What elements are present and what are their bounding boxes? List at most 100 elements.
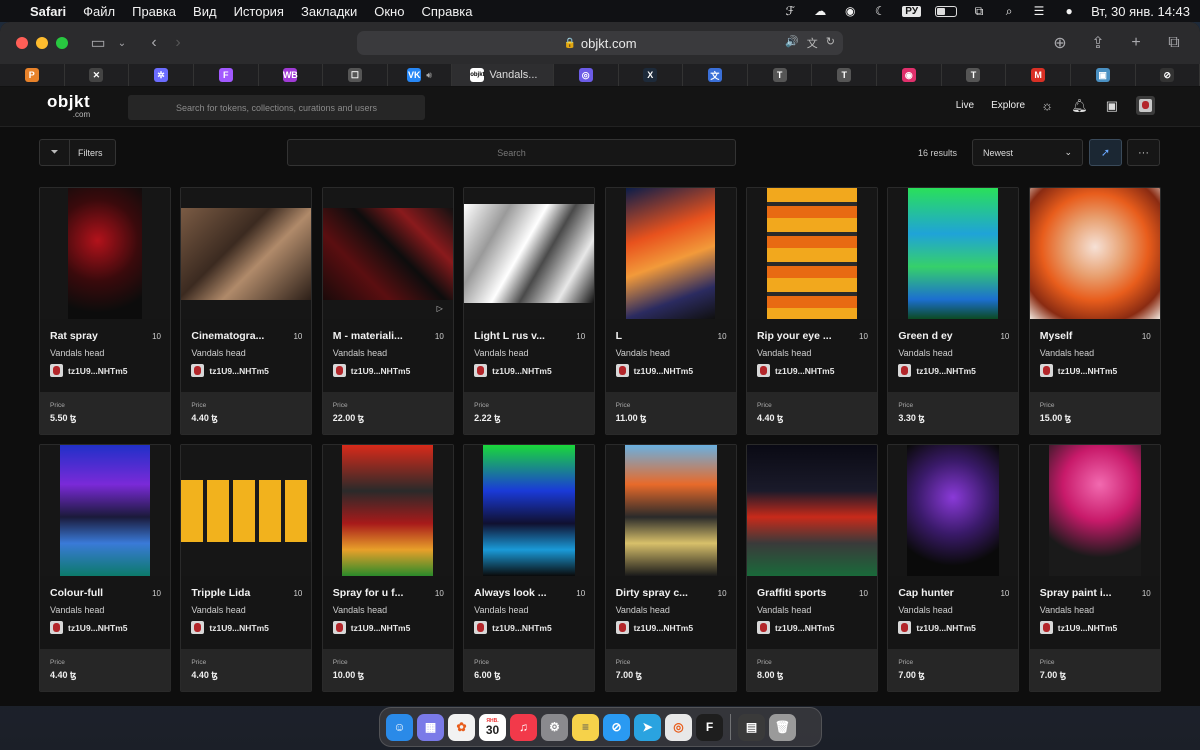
price-box[interactable]: Price 5.50 ꜩ	[40, 392, 170, 434]
tab-9[interactable]: 文	[683, 64, 748, 86]
menu-safari[interactable]: Safari	[30, 4, 66, 19]
price-box[interactable]: Price 4.40 ꜩ	[181, 649, 312, 691]
token-thumbnail[interactable]	[746, 445, 877, 576]
tab-0[interactable]: P	[0, 64, 65, 86]
token-title[interactable]: Rip your eye ...	[757, 330, 849, 342]
token-card[interactable]: L 10 Vandals head tz1U9...NHTm5 Price 11.00 ꜩ	[604, 187, 737, 435]
price-box[interactable]: Price 7.00 ꜩ	[1029, 649, 1160, 691]
calendar-icon[interactable]: ЯНВ. 30	[479, 713, 506, 741]
tab-active[interactable]: objkt Vandals...	[452, 64, 554, 86]
play-icon[interactable]: ▷	[437, 304, 443, 313]
zoom-window-button[interactable]	[56, 37, 68, 49]
token-creator[interactable]: tz1U9...NHTm5	[756, 364, 834, 377]
token-card[interactable]: Graffiti sports 10 Vandals head tz1U9...NHT…	[745, 444, 878, 692]
price-box[interactable]: Price 11.00 ꜩ	[605, 392, 736, 434]
price-box[interactable]: Price 4.40 ꜩ	[181, 392, 312, 434]
tab-2[interactable]: ✲	[129, 64, 194, 86]
token-title[interactable]: Spray paint i...	[1040, 587, 1132, 599]
clock[interactable]: Вт, 30 янв. 14:43	[1091, 4, 1190, 19]
translate-icon[interactable]: 文	[807, 35, 818, 51]
token-card[interactable]: Tripple Lida 10 Vandals head tz1U9...NHTm5 P…	[180, 444, 313, 692]
grid-view-button[interactable]: ➚	[1089, 139, 1122, 166]
price-box[interactable]: Price 22.00 ꜩ	[322, 392, 453, 434]
token-collection[interactable]: Vandals head	[616, 348, 670, 358]
menu-history[interactable]: История	[234, 4, 284, 19]
token-collection[interactable]: Vandals head	[333, 605, 387, 615]
token-thumbnail[interactable]	[746, 188, 877, 319]
token-card[interactable]: Colour-full 10 Vandals head tz1U9...NHTm5 Pr…	[39, 444, 171, 692]
minimize-window-button[interactable]	[36, 37, 48, 49]
tab-3[interactable]: F	[194, 64, 259, 86]
tab-8[interactable]: X	[619, 64, 684, 86]
token-collection[interactable]: Vandals head	[474, 605, 528, 615]
telegram-icon[interactable]: ➤	[634, 713, 661, 741]
token-card[interactable]: Dirty spray c... 10 Vandals head tz1U9...NH…	[604, 444, 737, 692]
bell-icon[interactable]: 🔔︎	[1071, 98, 1088, 114]
price-box[interactable]: Price 4.40 ꜩ	[746, 392, 877, 434]
price-box[interactable]: Price 8.00 ꜩ	[746, 649, 877, 691]
cloud-icon[interactable]: ☁	[812, 4, 828, 18]
nav-live-link[interactable]: Live	[956, 100, 974, 111]
tab-15[interactable]: ▣	[1071, 64, 1136, 86]
menu-help[interactable]: Справка	[421, 4, 472, 19]
filters-button[interactable]: ⏷ Filters	[39, 139, 116, 166]
token-collection[interactable]: Vandals head	[50, 605, 104, 615]
token-title[interactable]: Dirty spray c...	[616, 587, 708, 599]
token-thumbnail[interactable]	[464, 188, 595, 319]
address-bar[interactable]: 🔒 objkt.com 🔊 文 ↻	[357, 31, 843, 55]
notes-icon[interactable]: ≡	[572, 713, 599, 741]
settings-icon[interactable]: ⚙	[541, 713, 568, 741]
token-collection[interactable]: Vandals head	[191, 348, 245, 358]
token-collection[interactable]: Vandals head	[616, 605, 670, 615]
battery-icon[interactable]	[935, 5, 958, 17]
figma-icon[interactable]: F	[696, 713, 723, 741]
token-collection[interactable]: Vandals head	[898, 348, 952, 358]
close-window-button[interactable]	[16, 37, 28, 49]
token-card[interactable]: Rip your eye ... 10 Vandals head tz1U9...NH…	[745, 187, 878, 435]
tab-12[interactable]: ◉	[877, 64, 942, 86]
token-thumbnail[interactable]	[605, 188, 736, 319]
tab-overview-icon[interactable]: ⧉	[1162, 31, 1186, 55]
token-card[interactable]: Light L rus v... 10 Vandals head tz1U9...NH…	[463, 187, 596, 435]
token-thumbnail[interactable]	[888, 188, 1019, 319]
wallet-icon[interactable]: ▣	[1106, 98, 1118, 114]
menu-view[interactable]: Вид	[193, 4, 217, 19]
token-creator[interactable]: tz1U9...NHTm5	[615, 364, 693, 377]
price-box[interactable]: Price 7.00 ꜩ	[605, 649, 736, 691]
tab-13[interactable]: T	[942, 64, 1007, 86]
token-search-input[interactable]: Search	[287, 139, 736, 166]
tab-11[interactable]: T	[812, 64, 877, 86]
token-title[interactable]: Tripple Lida	[191, 587, 283, 599]
objkt-logo[interactable]: objkt .com	[47, 93, 90, 119]
chevron-down-icon[interactable]: ⌄	[110, 31, 134, 55]
token-creator[interactable]: tz1U9...NHTm5	[898, 364, 976, 377]
share-icon[interactable]: ⇪	[1086, 31, 1110, 55]
forward-icon[interactable]: ›	[166, 31, 190, 55]
token-card[interactable]: Rat spray 10 Vandals head tz1U9...NHTm5 Pric…	[39, 187, 171, 435]
reload-icon[interactable]: ↻	[826, 35, 835, 51]
token-title[interactable]: Myself	[1040, 330, 1132, 342]
sort-select[interactable]: Newest ⌄	[972, 139, 1083, 166]
tab-10[interactable]: T	[748, 64, 813, 86]
screen-mirror-icon[interactable]: ⧉	[971, 4, 987, 18]
trash-icon[interactable]: 🗑︎	[769, 713, 796, 741]
token-collection[interactable]: Vandals head	[50, 348, 104, 358]
token-title[interactable]: L	[616, 330, 708, 342]
token-collection[interactable]: Vandals head	[191, 605, 245, 615]
token-thumbnail[interactable]	[888, 445, 1019, 576]
price-box[interactable]: Price 10.00 ꜩ	[322, 649, 453, 691]
token-thumbnail[interactable]	[1029, 188, 1160, 319]
token-thumbnail[interactable]	[1029, 445, 1160, 576]
token-collection[interactable]: Vandals head	[898, 605, 952, 615]
token-thumbnail[interactable]	[40, 188, 170, 319]
token-thumbnail[interactable]	[181, 445, 312, 576]
token-creator[interactable]: tz1U9...NHTm5	[332, 364, 410, 377]
token-collection[interactable]: Vandals head	[757, 348, 811, 358]
chrome-icon[interactable]: ◎	[665, 713, 692, 741]
tab-5[interactable]: ☐	[323, 64, 388, 86]
token-card[interactable]: Cinematogra... 10 Vandals head tz1U9...NHTm…	[180, 187, 313, 435]
speaker-icon[interactable]: 🔊︎	[426, 70, 432, 81]
tab-7[interactable]: ◎	[554, 64, 619, 86]
menu-file[interactable]: Файл	[83, 4, 115, 19]
price-box[interactable]: Price 15.00 ꜩ	[1029, 392, 1160, 434]
